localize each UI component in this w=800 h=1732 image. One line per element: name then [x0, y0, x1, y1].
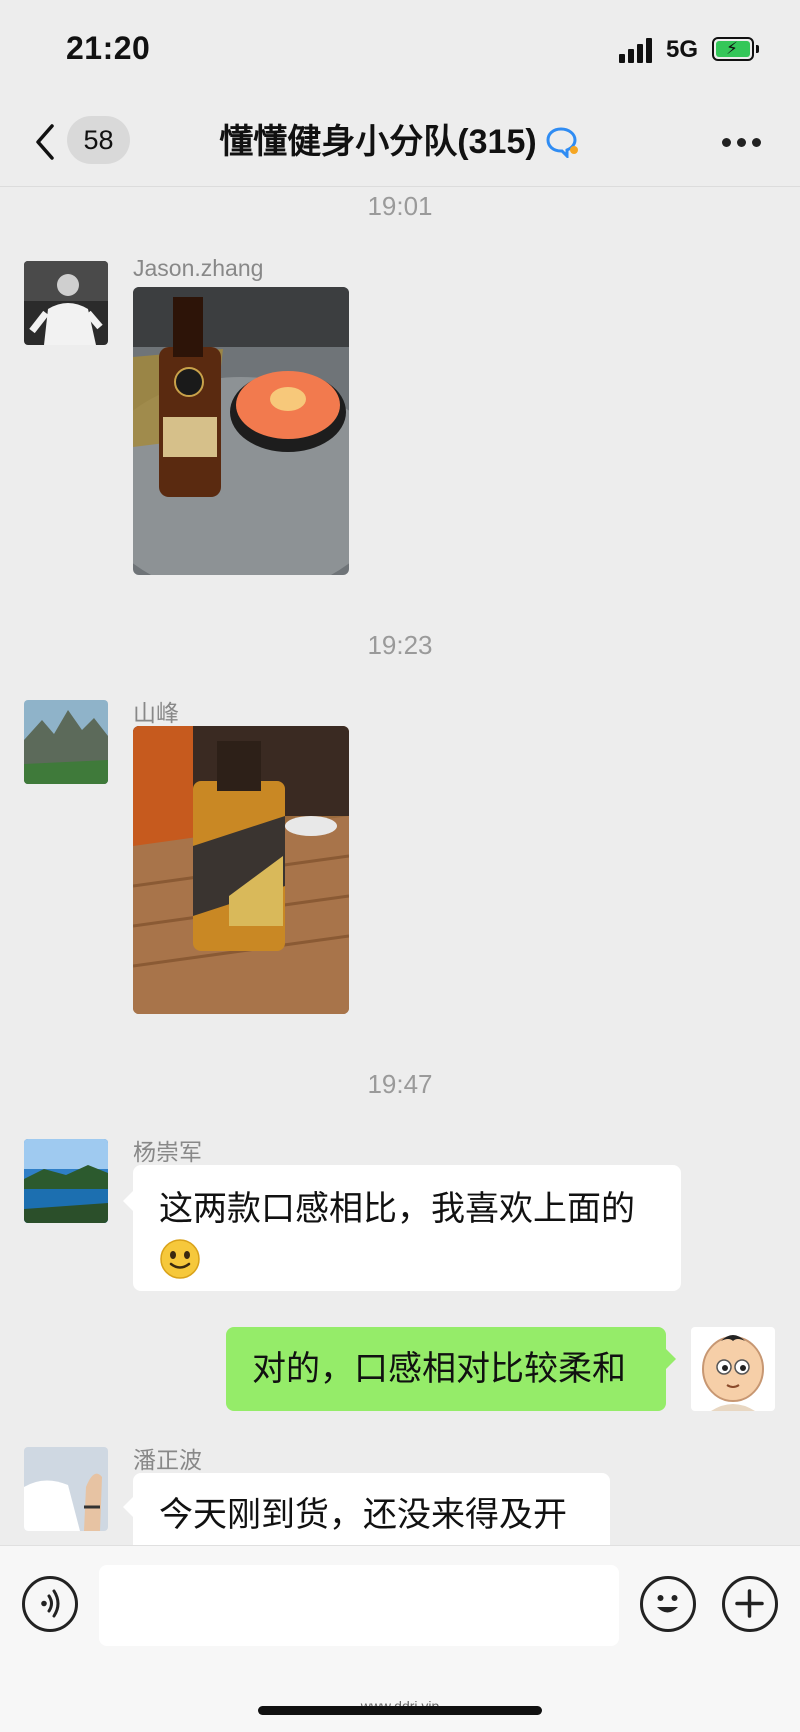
avatar[interactable] — [24, 261, 108, 345]
message-input[interactable] — [99, 1565, 619, 1646]
time-divider: 19:47 — [367, 1069, 433, 1099]
chat-title-bar[interactable]: 懂懂健身小分队(315) — [0, 120, 800, 164]
message-bubble-outgoing[interactable]: 对的，口感相对比较柔和 — [226, 1327, 676, 1411]
chat-title: 懂懂健身小分队(315) — [219, 123, 537, 161]
battery-charging-icon: ⚡ — [712, 37, 759, 61]
time-divider: 19:01 — [367, 191, 433, 221]
home-indicator[interactable] — [258, 1706, 542, 1715]
message-text: 这两款口感相比，我喜欢上面的 — [159, 1190, 635, 1228]
sender-name: Jason.zhang — [133, 255, 264, 281]
chat-header: 58 懂懂健身小分队(315) — [0, 100, 800, 187]
whiskey-bottle-photo[interactable] — [133, 726, 349, 1014]
avatar[interactable] — [24, 700, 108, 784]
sender-name: 潘正波 — [133, 1447, 202, 1473]
message-bubble[interactable]: 今天刚到货，还没来得及开 — [123, 1473, 610, 1545]
my-avatar[interactable] — [691, 1327, 775, 1411]
network-type: 5G — [666, 36, 699, 63]
sender-name: 山峰 — [133, 700, 179, 726]
input-bar: www.ddrj.vip — [0, 1545, 800, 1732]
message-text: 今天刚到货，还没来得及开 — [159, 1496, 567, 1534]
status-time: 21:20 — [66, 30, 151, 66]
time-divider: 19:23 — [367, 630, 433, 660]
message-text: 对的，口感相对比较柔和 — [252, 1350, 626, 1388]
avatar[interactable] — [24, 1139, 108, 1223]
plus-icon[interactable] — [722, 1576, 778, 1632]
voice-icon[interactable] — [22, 1576, 78, 1632]
status-bar: 21:20 5G ⚡ — [0, 0, 800, 100]
sender-name: 杨崇军 — [133, 1139, 202, 1165]
more-dots-icon[interactable] — [722, 138, 762, 148]
emoji-icon[interactable] — [640, 1576, 696, 1632]
message-bubble[interactable]: 这两款口感相比，我喜欢上面的 — [123, 1165, 681, 1291]
smile-emoji — [160, 1239, 200, 1279]
whiskey-salmon-photo[interactable] — [133, 287, 349, 575]
chat-bubble-icon — [546, 127, 578, 158]
avatar[interactable] — [24, 1447, 108, 1531]
message-list[interactable]: 19:01 Jason.zhang 19:23 山峰 19:47 杨崇军 这两款… — [0, 187, 800, 1545]
signal-strength-icon — [619, 37, 655, 63]
